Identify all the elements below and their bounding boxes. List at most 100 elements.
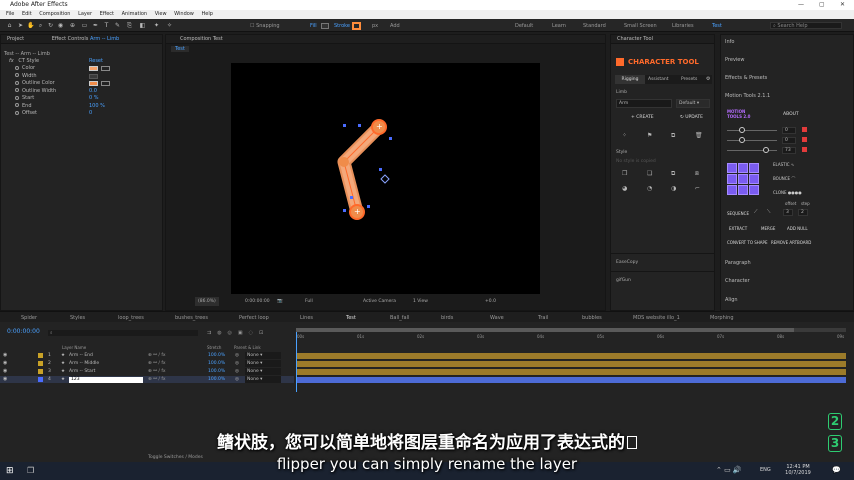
effect-prop-row[interactable]: Offset 0 <box>1 110 163 117</box>
slider-thumb[interactable] <box>739 127 745 133</box>
bounce-button[interactable]: BOUNCE ⌒ <box>773 176 795 182</box>
curve-icon[interactable]: ⌐ <box>695 185 700 192</box>
menu-file[interactable]: File <box>6 11 14 17</box>
layer-row[interactable]: ◉ 3 ★ Arm -- Start ⊕ ⚯ / fx 100.0% ◎ None ▾ <box>0 368 294 375</box>
time-ruler[interactable]: 00s 01s 02s 03s 04s 05s 06s 07s 08s 09s <box>296 334 846 346</box>
layer-switches[interactable]: ⊕ ⚯ / fx <box>148 360 166 367</box>
timeline-tab[interactable]: Spider <box>21 315 37 321</box>
parent-dropdown[interactable]: None ▾ <box>245 376 281 383</box>
tab-rigging[interactable]: Rigging <box>615 75 645 84</box>
tab-presets[interactable]: Presets <box>681 75 697 84</box>
camera-dropdown[interactable]: Active Camera <box>363 297 396 306</box>
workspace-learn[interactable]: Learn <box>552 23 566 29</box>
clone-button[interactable]: CLONE ●●●● <box>773 190 802 195</box>
slider-thumb[interactable] <box>763 147 769 153</box>
stopwatch-icon[interactable] <box>15 103 19 107</box>
brush-style-2-icon[interactable]: ◔ <box>647 185 652 192</box>
panel-gifgun[interactable]: gifGun <box>616 278 631 283</box>
anchor-cell[interactable] <box>727 185 737 195</box>
anchor-cell[interactable] <box>738 185 748 195</box>
workspace-small-screen[interactable]: Small Screen <box>624 23 657 29</box>
layer-stretch[interactable]: 100.0% <box>208 376 225 383</box>
merge-button[interactable]: MERGE <box>761 226 775 231</box>
tab-composition[interactable]: Composition Test <box>180 36 223 42</box>
puppet-tool-icon[interactable]: ✧ <box>166 22 173 29</box>
roto-brush-icon[interactable]: ✦ <box>153 22 160 29</box>
layer-duration-bar[interactable] <box>296 361 846 367</box>
handle[interactable] <box>343 209 346 212</box>
layer-name[interactable]: Arm -- Middle <box>69 360 99 367</box>
label-color[interactable] <box>38 361 43 366</box>
timeline-tab[interactable]: Morphing <box>710 315 734 321</box>
menu-composition[interactable]: Composition <box>39 11 70 17</box>
rotate-tool-icon[interactable]: ↻ <box>47 22 54 29</box>
label-color[interactable] <box>38 377 43 382</box>
hand-tool-icon[interactable]: ✋ <box>27 22 34 29</box>
menu-view[interactable]: View <box>155 11 167 17</box>
extract-button[interactable]: EXTRACT <box>729 226 747 231</box>
effect-reset[interactable]: Reset <box>89 58 103 65</box>
joint-middle[interactable] <box>339 157 349 167</box>
workspace-test[interactable]: Test <box>712 23 722 29</box>
timeline-tab[interactable]: bubbles <box>582 315 602 321</box>
prop-value[interactable]: 100 % <box>89 103 105 110</box>
eyedropper-icon[interactable] <box>101 66 110 71</box>
prop-value[interactable]: 0 <box>89 110 92 117</box>
panel-effects-presets[interactable]: Effects & Presets <box>725 75 767 81</box>
label-color[interactable] <box>38 353 43 358</box>
anchor-cell[interactable] <box>738 163 748 173</box>
label-color[interactable] <box>38 369 43 374</box>
mt-key-3[interactable] <box>802 147 807 152</box>
layer-row[interactable]: ◉ 1 ★ Arm -- End ⊕ ⚯ / fx 100.0% ◎ None ▾ <box>0 352 294 359</box>
trash-icon[interactable]: 🗑 <box>695 132 703 139</box>
stopwatch-icon[interactable] <box>15 110 19 115</box>
rig-tool-icon[interactable]: ⁘ <box>622 132 627 139</box>
visibility-eye-icon[interactable]: ◉ <box>3 352 7 359</box>
comp-viewer[interactable]: + + <box>231 63 540 294</box>
stopwatch-icon[interactable] <box>15 88 19 92</box>
seq-step-input[interactable]: 2 <box>798 209 808 216</box>
add-null-button[interactable]: ADD NULL <box>787 226 808 231</box>
panel-motion-tools[interactable]: Motion Tools 2.1.1 <box>725 93 770 99</box>
layer-stretch[interactable]: 100.0% <box>208 360 225 367</box>
anchor-cell[interactable] <box>749 163 759 173</box>
tab-project[interactable]: Project <box>7 36 24 42</box>
resolution-dropdown[interactable]: Full <box>305 297 313 306</box>
slider-track[interactable] <box>727 130 777 131</box>
view-dropdown[interactable]: 1 View <box>413 297 428 306</box>
panel-easecopy[interactable]: EaseCopy <box>616 260 638 265</box>
limb-name-input[interactable]: Arm <box>616 99 672 108</box>
visibility-eye-icon[interactable]: ◉ <box>3 360 7 367</box>
timeline-tab[interactable]: Ball_fall <box>390 315 409 321</box>
parent-pickwhip-icon[interactable]: ◎ <box>235 360 239 367</box>
mt-value-1[interactable]: 0 <box>782 127 796 134</box>
timeline-search[interactable]: ⌕ <box>48 330 198 336</box>
workspace-libraries[interactable]: Libraries <box>672 23 694 29</box>
anchor-cell[interactable] <box>738 174 748 184</box>
menu-effect[interactable]: Effect <box>100 11 114 17</box>
slider-thumb[interactable] <box>739 137 745 143</box>
width-value-field[interactable] <box>89 73 98 79</box>
paste-style-icon[interactable]: ❏ <box>647 170 652 177</box>
effect-prop-row[interactable]: Outline Color <box>1 80 163 87</box>
stack-icon[interactable]: ⧈ <box>695 170 699 178</box>
timeline-switches[interactable]: ⇉◍◎▣◌⊡ <box>207 330 269 336</box>
clone-stamp-icon[interactable]: ⎘ <box>126 22 133 29</box>
remove-artboard-button[interactable]: REMOVE ARTBOARD <box>771 240 811 245</box>
slider-track[interactable] <box>727 140 777 141</box>
anchor-cell[interactable] <box>749 185 759 195</box>
limb-preset-dropdown[interactable]: Default ▾ <box>676 99 710 108</box>
parent-dropdown[interactable]: None ▾ <box>245 360 281 367</box>
color-swatch[interactable] <box>89 81 98 86</box>
layer-switches[interactable]: ⊕ ⚯ / fx <box>148 368 166 375</box>
parent-pickwhip-icon[interactable]: ◎ <box>235 352 239 359</box>
layer-stretch[interactable]: 100.0% <box>208 368 225 375</box>
panel-paragraph[interactable]: Paragraph <box>725 260 751 266</box>
effect-prop-row[interactable]: Outline Width 0.0 <box>1 88 163 95</box>
maximize-icon[interactable]: ▢ <box>819 0 825 10</box>
layer-duration-bar[interactable] <box>296 353 846 359</box>
copy-style-icon[interactable]: ❐ <box>622 170 627 177</box>
slider-track[interactable] <box>727 150 777 151</box>
timeline-tab[interactable]: loop_trees <box>118 315 144 321</box>
about-button[interactable]: ABOUT <box>783 112 799 117</box>
